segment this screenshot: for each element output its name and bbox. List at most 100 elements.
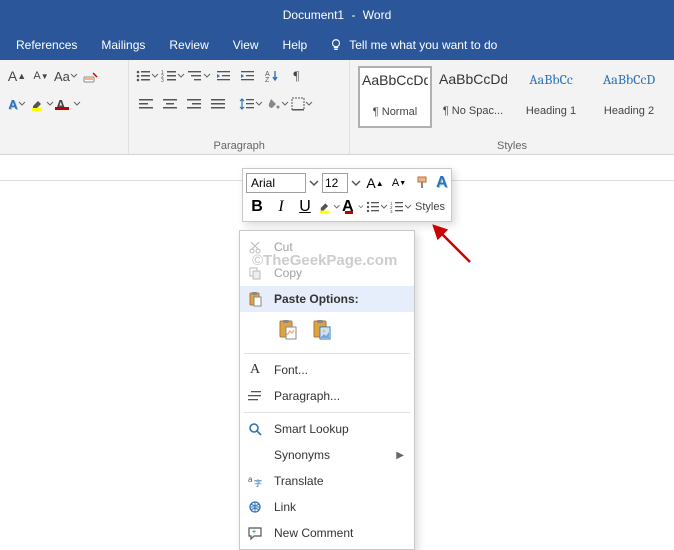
chevron-down-icon[interactable] [308,173,320,193]
mini-grow-font-button[interactable]: A▲ [364,172,386,194]
svg-text:a: a [248,475,253,484]
ribbon-group-font: A▲ A▼ Aa A A [0,60,129,154]
chevron-down-icon[interactable] [350,173,362,193]
style-item-3[interactable]: AaBbCcD Heading 2 [592,66,666,128]
comment-icon: + [246,524,264,542]
title-doc: Document1 [283,8,344,22]
paste-icon [246,290,264,308]
sort-button[interactable]: AZ [261,64,283,88]
paste-picture-button[interactable] [308,316,336,344]
menu-item-synonyms[interactable]: Synonyms ▶ [240,442,414,468]
context-menu: Cut Copy Paste Options: A Font... Paragr… [239,230,415,550]
title-dash: - [351,8,355,22]
menu-item-smart-lookup[interactable]: Smart Lookup [240,416,414,442]
shading-button[interactable] [265,92,289,116]
tell-me[interactable]: Tell me what you want to do [329,38,497,52]
mini-bold-button[interactable]: B [246,196,268,218]
paste-options-row [240,312,414,350]
increase-indent-button[interactable] [237,64,259,88]
style-sample: AaBbCcDd [439,71,507,97]
tab-help[interactable]: Help [271,30,320,60]
tab-view[interactable]: View [221,30,271,60]
mini-toolbar: A▲ A▼ A B I U A 123 Styles [242,168,452,222]
multilevel-list-button[interactable] [187,64,211,88]
menu-separator [244,412,410,413]
styles-group-label: Styles [350,140,674,152]
change-case-button[interactable]: Aa [54,64,78,88]
style-sample: AaBbCc [517,71,585,97]
style-name: ¶ No Spac... [439,105,507,117]
mini-format-painter-button[interactable] [412,172,434,194]
menu-item-cut[interactable]: Cut [240,234,414,260]
menu-item-link[interactable]: Link [240,494,414,520]
annotation-arrow-icon [428,220,478,270]
mini-font-color-button[interactable]: A [342,196,364,218]
style-sample: AaBbCcDd [362,72,428,98]
mini-underline-button[interactable]: U [294,196,316,218]
tab-references[interactable]: References [4,30,89,60]
bullets-button[interactable] [135,64,159,88]
search-icon [246,420,264,438]
style-item-1[interactable]: AaBbCcDd ¶ No Spac... [436,66,510,128]
blank-icon [246,446,264,464]
svg-text:3: 3 [390,209,393,213]
title-bar: Document1 - Word [0,0,674,30]
menu-item-copy[interactable]: Copy [240,260,414,286]
mini-font-name-input[interactable] [246,173,306,193]
decrease-indent-button[interactable] [213,64,235,88]
text-effects-button[interactable]: A [6,92,28,116]
paragraph-lines-icon [246,387,264,405]
align-center-button[interactable] [159,92,181,116]
link-icon [246,498,264,516]
ribbon: A▲ A▼ Aa A A 123 AZ ¶ [0,60,674,155]
line-spacing-button[interactable] [239,92,263,116]
clear-formatting-button[interactable] [80,64,102,88]
style-name: Heading 2 [595,105,663,117]
tell-me-label: Tell me what you want to do [349,38,497,52]
copy-icon [246,264,264,282]
svg-text:Z: Z [265,77,270,83]
paste-keep-source-button[interactable] [274,316,302,344]
align-left-button[interactable] [135,92,157,116]
style-name: ¶ Normal [362,106,428,118]
highlight-button[interactable] [30,92,54,116]
tab-mailings[interactable]: Mailings [89,30,157,60]
shrink-font-button[interactable]: A▼ [30,64,52,88]
style-gallery[interactable]: AaBbCcDd¶ NormalAaBbCcDd¶ No Spac...AaBb… [356,64,668,130]
mini-bullets-button[interactable] [366,196,388,218]
menu-item-font[interactable]: A Font... [240,357,414,383]
numbering-button[interactable]: 123 [161,64,185,88]
show-paragraph-marks-button[interactable]: ¶ [285,64,307,88]
menu-item-new-comment[interactable]: + New Comment [240,520,414,546]
menu-separator [244,353,410,354]
translate-icon: a字 [246,472,264,490]
mini-italic-button[interactable]: I [270,196,292,218]
style-sample: AaBbCcD [595,71,663,97]
svg-text:字: 字 [254,478,262,488]
mini-highlight-button[interactable] [318,196,340,218]
style-name: Heading 1 [517,105,585,117]
borders-button[interactable] [291,92,313,116]
menu-item-translate[interactable]: a字 Translate [240,468,414,494]
title-app: Word [363,8,391,22]
mini-styles-button[interactable]: A [436,172,448,194]
style-item-0[interactable]: AaBbCcDd ¶ Normal [358,66,432,128]
svg-text:+: + [252,529,256,536]
mini-styles-label: Styles [414,201,446,213]
mini-shrink-font-button[interactable]: A▼ [388,172,410,194]
mini-font-size-input[interactable] [322,173,348,193]
mini-numbering-button[interactable]: 123 [390,196,412,218]
ribbon-tabs: References Mailings Review View Help Tel… [0,30,674,60]
align-right-button[interactable] [183,92,205,116]
grow-font-button[interactable]: A▲ [6,64,28,88]
font-color-button[interactable]: A [56,92,81,116]
svg-text:3: 3 [161,78,164,83]
justify-button[interactable] [207,92,229,116]
menu-item-paste-options[interactable]: Paste Options: [240,286,414,312]
menu-item-paragraph[interactable]: Paragraph... [240,383,414,409]
lightbulb-icon [329,38,343,52]
style-item-2[interactable]: AaBbCc Heading 1 [514,66,588,128]
paragraph-group-label: Paragraph [129,140,349,152]
tab-review[interactable]: Review [157,30,220,60]
ribbon-group-styles: AaBbCcDd¶ NormalAaBbCcDd¶ No Spac...AaBb… [350,60,674,154]
